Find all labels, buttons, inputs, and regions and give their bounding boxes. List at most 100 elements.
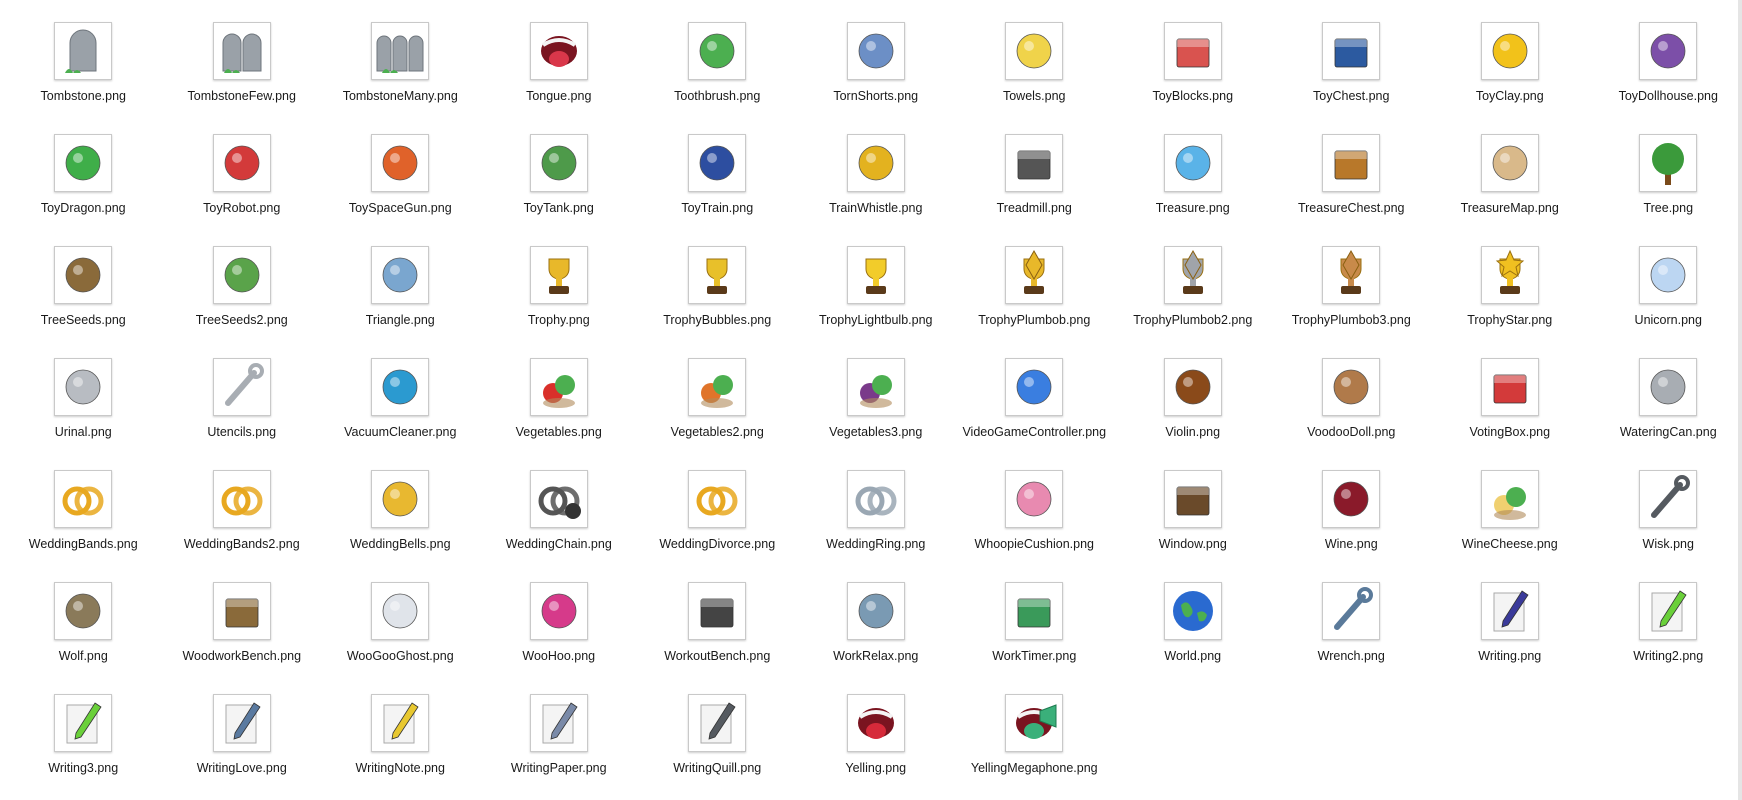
file-name-label: TrophyLightbulb.png [818,313,933,327]
file-item[interactable]: TrainWhistle.png [797,112,956,224]
file-item[interactable]: Utencils.png [163,336,322,448]
work-timer-icon [1005,582,1064,640]
file-item[interactable]: WritingPaper.png [480,672,639,784]
file-item[interactable]: Writing3.png [4,672,163,784]
file-item[interactable]: WeddingChain.png [480,448,639,560]
file-item[interactable]: Trophy.png [480,224,639,336]
file-item[interactable]: ToySpaceGun.png [321,112,480,224]
file-item[interactable]: TrophyLightbulb.png [797,224,956,336]
file-item[interactable]: Writing.png [1431,560,1590,672]
file-item[interactable]: TombstoneMany.png [321,0,480,112]
file-grid: Tombstone.png TombstoneFew.png TombstoneMa… [4,0,1732,784]
file-item[interactable]: VoodooDoll.png [1272,336,1431,448]
file-item[interactable]: WorkRelax.png [797,560,956,672]
file-item[interactable]: WeddingBells.png [321,448,480,560]
file-item[interactable]: TornShorts.png [797,0,956,112]
file-item[interactable]: WooGooGhost.png [321,560,480,672]
file-item[interactable]: Window.png [1114,448,1273,560]
file-name-label: WeddingChain.png [505,537,612,551]
wolf-icon [54,582,113,640]
file-item[interactable]: TreasureChest.png [1272,112,1431,224]
world-icon [1163,582,1222,640]
file-item[interactable]: Unicorn.png [1589,224,1742,336]
file-item[interactable]: Vegetables.png [480,336,639,448]
file-item[interactable]: ToyTrain.png [638,112,797,224]
file-item[interactable]: WineCheese.png [1431,448,1590,560]
file-item[interactable]: Tongue.png [480,0,639,112]
file-name-label: TreasureChest.png [1297,201,1405,215]
file-item[interactable]: Tombstone.png [4,0,163,112]
file-item[interactable]: Triangle.png [321,224,480,336]
file-item[interactable]: Toothbrush.png [638,0,797,112]
file-item[interactable]: WeddingDivorce.png [638,448,797,560]
file-item[interactable]: TrophyPlumbob3.png [1272,224,1431,336]
file-name-label: Yelling.png [845,761,907,775]
file-item[interactable]: VideoGameController.png [955,336,1114,448]
file-item[interactable]: TreeSeeds.png [4,224,163,336]
file-item[interactable]: Vegetables2.png [638,336,797,448]
writing-icon [1480,582,1539,640]
file-item[interactable]: Vegetables3.png [797,336,956,448]
wedding-bands-icon [54,470,113,528]
file-item[interactable]: ToyTank.png [480,112,639,224]
treasure-chest-icon [1322,134,1381,192]
file-item[interactable]: WritingQuill.png [638,672,797,784]
file-item[interactable]: WateringCan.png [1589,336,1742,448]
file-item[interactable]: Wrench.png [1272,560,1431,672]
file-item[interactable]: WoodworkBench.png [163,560,322,672]
file-item[interactable]: Towels.png [955,0,1114,112]
file-item[interactable]: TrophyBubbles.png [638,224,797,336]
file-item[interactable]: WorkTimer.png [955,560,1114,672]
file-name-label: ToyChest.png [1313,89,1390,103]
file-name-label: Unicorn.png [1634,313,1702,327]
towels-icon [1005,22,1064,80]
file-item[interactable]: ToyDragon.png [4,112,163,224]
wine-icon [1322,470,1381,528]
file-item[interactable]: ToyRobot.png [163,112,322,224]
file-item[interactable]: TreasureMap.png [1431,112,1590,224]
file-item[interactable]: Treadmill.png [955,112,1114,224]
file-item[interactable]: WorkoutBench.png [638,560,797,672]
file-name-label: WeddingDivorce.png [659,537,776,551]
file-item[interactable]: ToyChest.png [1272,0,1431,112]
file-item[interactable]: WritingNote.png [321,672,480,784]
file-name-label: WeddingBells.png [349,537,451,551]
file-item[interactable]: TreeSeeds2.png [163,224,322,336]
file-item[interactable]: WritingLove.png [163,672,322,784]
file-item[interactable]: WeddingBands.png [4,448,163,560]
file-item[interactable]: WeddingBands2.png [163,448,322,560]
file-item[interactable]: Yelling.png [797,672,956,784]
file-name-label: TrainWhistle.png [829,201,923,215]
file-name-label: TombstoneMany.png [342,89,458,103]
file-item[interactable]: Treasure.png [1114,112,1273,224]
file-item[interactable]: Wolf.png [4,560,163,672]
file-item[interactable]: World.png [1114,560,1273,672]
file-item[interactable]: VacuumCleaner.png [321,336,480,448]
toy-train-icon [688,134,747,192]
file-item[interactable]: Tree.png [1589,112,1742,224]
file-item[interactable]: TrophyPlumbob2.png [1114,224,1273,336]
file-item[interactable]: VotingBox.png [1431,336,1590,448]
file-item[interactable]: YellingMegaphone.png [955,672,1114,784]
file-item[interactable]: TrophyStar.png [1431,224,1590,336]
file-item[interactable]: Violin.png [1114,336,1273,448]
scrollbar-track[interactable] [1738,0,1742,800]
file-name-label: Vegetables3.png [829,425,923,439]
file-item[interactable]: Wisk.png [1589,448,1742,560]
woohoo-icon [529,582,588,640]
file-item[interactable]: WooHoo.png [480,560,639,672]
file-item[interactable]: ToyClay.png [1431,0,1590,112]
file-item[interactable]: TrophyPlumbob.png [955,224,1114,336]
file-name-label: TreeSeeds.png [40,313,126,327]
file-item[interactable]: Urinal.png [4,336,163,448]
file-item[interactable]: WeddingRing.png [797,448,956,560]
file-item[interactable]: Writing2.png [1589,560,1742,672]
file-item[interactable]: TombstoneFew.png [163,0,322,112]
file-item[interactable]: WhoopieCushion.png [955,448,1114,560]
file-name-label: Tongue.png [526,89,592,103]
toy-clay-icon [1480,22,1539,80]
file-item[interactable]: ToyBlocks.png [1114,0,1273,112]
file-item[interactable]: Wine.png [1272,448,1431,560]
file-name-label: TreeSeeds2.png [195,313,288,327]
file-item[interactable]: ToyDollhouse.png [1589,0,1742,112]
